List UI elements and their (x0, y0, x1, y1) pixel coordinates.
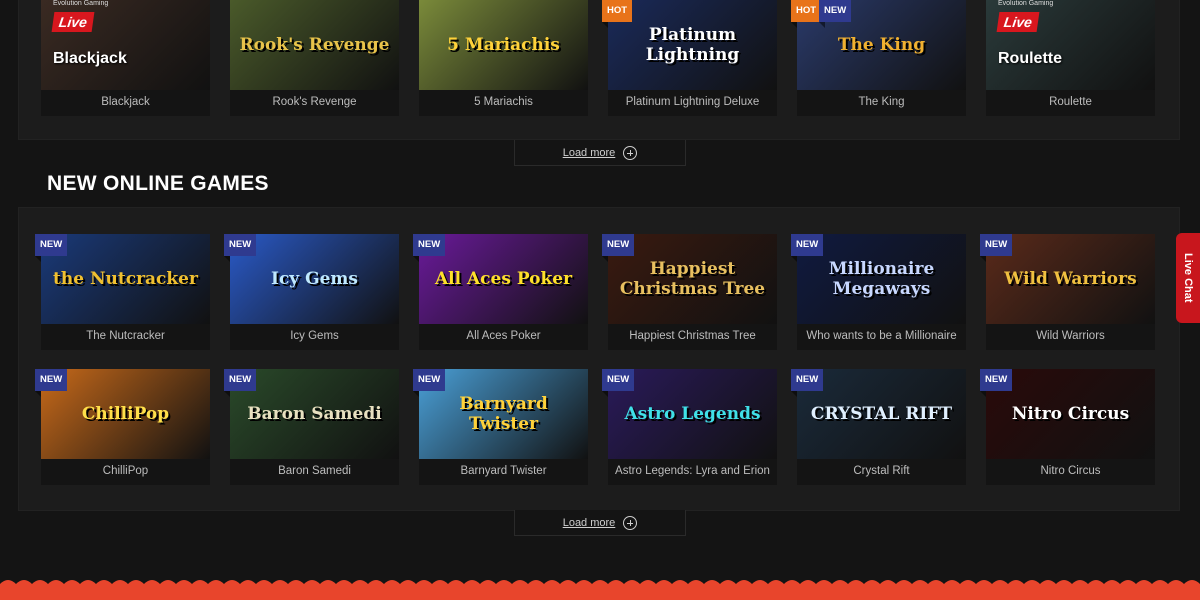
game-title[interactable]: Crystal Rift (797, 459, 966, 485)
game-title[interactable]: Astro Legends: Lyra and Erion (608, 459, 777, 485)
new-badge: NEW (35, 369, 68, 397)
new-badge: NEW (980, 369, 1013, 397)
game-logo-art: Platinum Lightning (645, 25, 740, 65)
game-title[interactable]: Icy Gems (230, 324, 399, 350)
game-tile[interactable]: All Aces Poker NEW All Aces Poker (413, 234, 588, 350)
game-thumbnail[interactable]: Evolution Gaming Live Roulette (986, 0, 1155, 90)
game-logo-art: 5 Mariachis (447, 35, 560, 55)
new-badge: NEW (819, 0, 852, 28)
new-badge: NEW (980, 234, 1013, 262)
new-badge: NEW (413, 234, 446, 262)
game-tile[interactable]: Astro Legends NEW Astro Legends: Lyra and … (602, 369, 777, 485)
game-tile[interactable]: Rook's Revenge Rook's Revenge (230, 0, 399, 116)
section-title-new-games: NEW ONLINE GAMES (47, 172, 269, 195)
game-title[interactable]: Baron Samedi (230, 459, 399, 485)
game-tile[interactable]: the Nutcracker NEW The Nutcracker (35, 234, 210, 350)
game-tile[interactable]: Nitro Circus NEW Nitro Circus (980, 369, 1155, 485)
thumbnail-caption: Roulette (998, 50, 1062, 67)
live-chat-label[interactable]: Live Chat (1182, 253, 1194, 303)
live-chat-button[interactable]: Live Chat (1176, 233, 1200, 323)
provider-label: Evolution Gaming (53, 0, 109, 7)
new-badge: NEW (35, 234, 68, 262)
game-tile[interactable]: Millionaire Megaways NEW Who wants to be a… (791, 234, 966, 350)
game-title[interactable]: Happiest Christmas Tree (608, 324, 777, 350)
game-tile[interactable]: Icy Gems NEW Icy Gems (224, 234, 399, 350)
new-badge: NEW (602, 234, 635, 262)
game-title[interactable]: ChilliPop (41, 459, 210, 485)
game-title[interactable]: The Nutcracker (41, 324, 210, 350)
game-tile[interactable]: The King HOT NEW The King (791, 0, 966, 116)
game-title[interactable]: 5 Mariachis (419, 90, 588, 116)
new-badge: NEW (413, 369, 446, 397)
load-more-label[interactable]: Load more (563, 517, 616, 529)
game-title[interactable]: Wild Warriors (986, 324, 1155, 350)
new-badge: NEW (224, 234, 257, 262)
game-tile[interactable]: Platinum Lightning HOT Platinum Lightning … (602, 0, 777, 116)
provider-label: Evolution Gaming (998, 0, 1054, 7)
game-tile[interactable]: Evolution Gaming Live Blackjack Blackjack (41, 0, 210, 116)
game-title[interactable]: Nitro Circus (986, 459, 1155, 485)
game-tile[interactable]: CRYSTAL RIFT NEW Crystal Rift (791, 369, 966, 485)
hot-badge: HOT (602, 0, 633, 28)
hot-badge: HOT (791, 0, 822, 28)
game-title[interactable]: Platinum Lightning Deluxe (608, 90, 777, 116)
game-title[interactable]: Barnyard Twister (419, 459, 588, 485)
game-title[interactable]: Who wants to be a Millionaire (797, 324, 966, 350)
game-title[interactable]: Rook's Revenge (230, 90, 399, 116)
load-more-label[interactable]: Load more (563, 147, 616, 159)
load-more-button-top[interactable]: Load more (514, 140, 686, 166)
game-tile[interactable]: 5 Mariachis 5 Mariachis (419, 0, 588, 116)
footer-wave (0, 580, 1200, 600)
game-tile[interactable]: Barnyard Twister NEW Barnyard Twister (413, 369, 588, 485)
game-tile[interactable]: Happiest Christmas Tree NEW Happiest Chris… (602, 234, 777, 350)
plus-circle-icon[interactable] (623, 515, 638, 530)
game-thumbnail[interactable]: Platinum Lightning (608, 0, 777, 90)
game-tile[interactable]: Baron Samedi NEW Baron Samedi (224, 369, 399, 485)
new-badge: NEW (791, 369, 824, 397)
game-logo-art: Rook's Revenge (239, 35, 390, 55)
game-tile[interactable]: Wild Warriors NEW Wild Warriors (980, 234, 1155, 350)
game-thumbnail[interactable]: 5 Mariachis (419, 0, 588, 90)
game-thumbnail[interactable]: Evolution Gaming Live Blackjack (41, 0, 210, 90)
plus-circle-icon[interactable] (623, 145, 638, 160)
new-badge: NEW (224, 369, 257, 397)
game-title[interactable]: Blackjack (41, 90, 210, 116)
game-title[interactable]: All Aces Poker (419, 324, 588, 350)
game-title[interactable]: Roulette (986, 90, 1155, 116)
live-badge: Live (996, 12, 1040, 32)
game-title[interactable]: The King (797, 90, 966, 116)
game-tile[interactable]: ChilliPop NEW ChilliPop (35, 369, 210, 485)
new-badge: NEW (602, 369, 635, 397)
load-more-button-bottom[interactable]: Load more (514, 510, 686, 536)
game-tile[interactable]: Evolution Gaming Live Roulette Roulette (986, 0, 1155, 116)
thumbnail-caption: Blackjack (53, 50, 127, 67)
game-thumbnail[interactable]: Rook's Revenge (230, 0, 399, 90)
live-badge: Live (51, 12, 95, 32)
new-badge: NEW (791, 234, 824, 262)
